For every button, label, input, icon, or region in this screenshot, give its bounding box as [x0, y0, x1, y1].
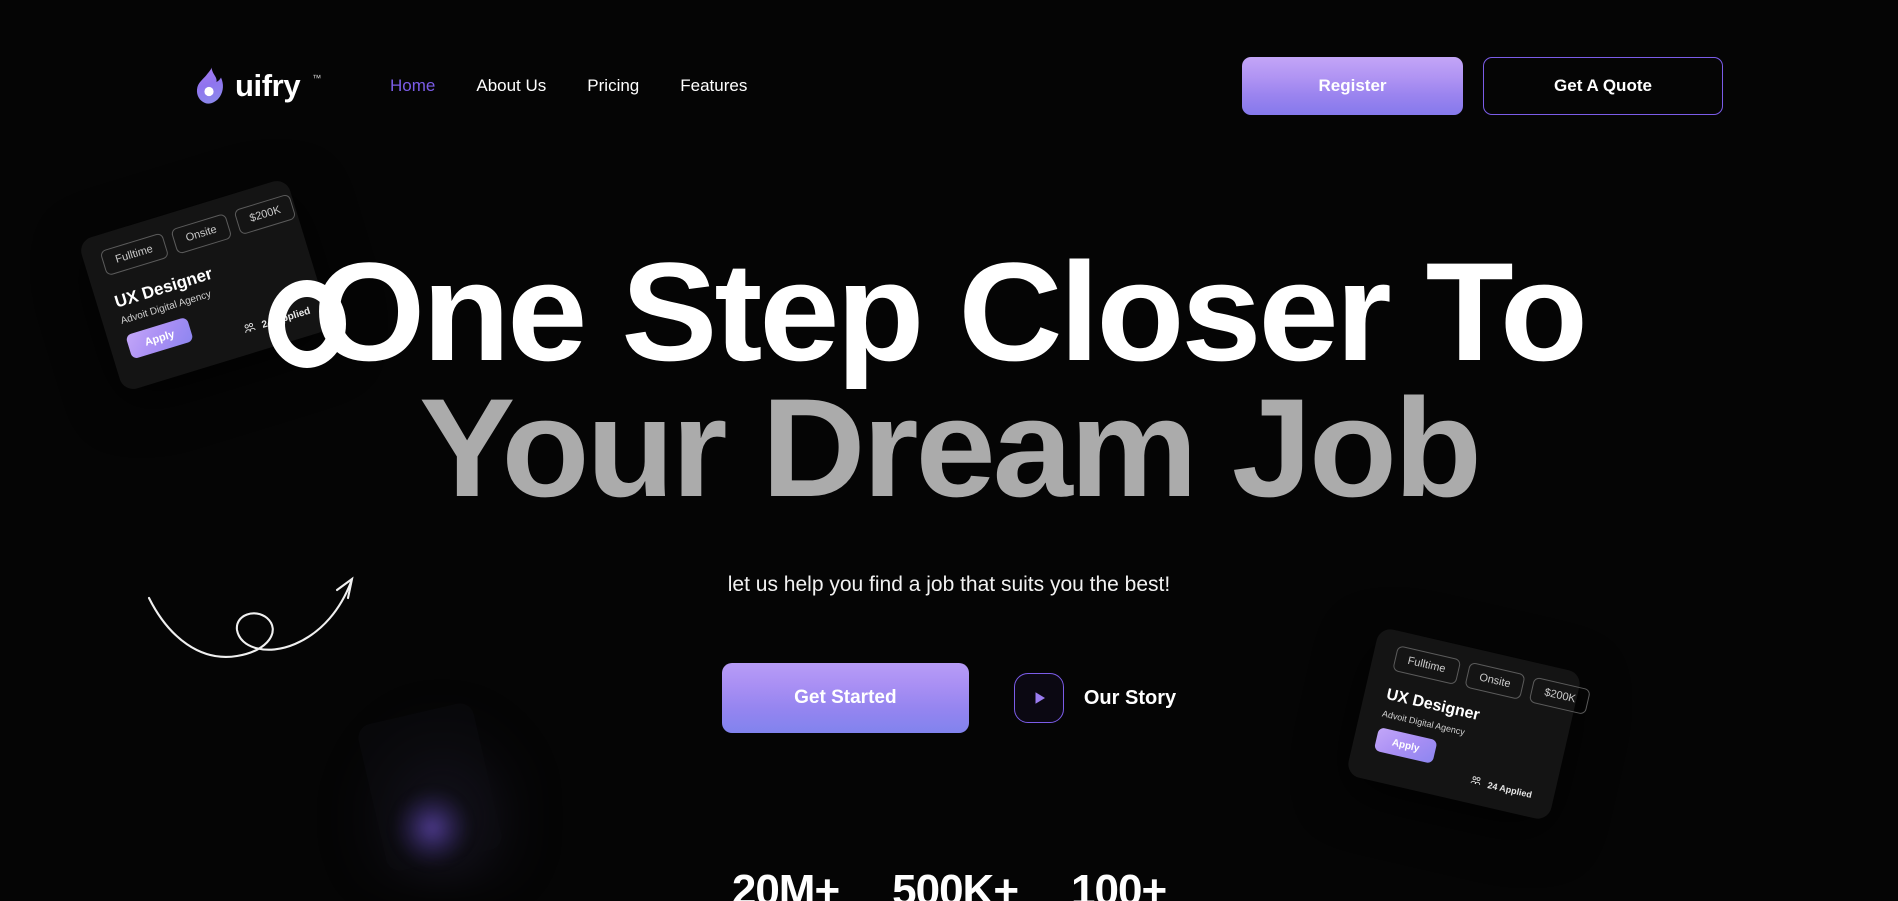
play-icon[interactable] [1013, 673, 1064, 723]
get-started-button[interactable]: Get Started [721, 663, 969, 733]
hero-heading-line-2: Your Dream Job [419, 368, 1482, 526]
our-story-button[interactable]: Our Story [1013, 673, 1177, 723]
stat-value: 500K+ [892, 866, 1019, 901]
stat-value: 20M+ [731, 866, 840, 901]
hero-heading-line-1: One Step Closer To [313, 233, 1588, 390]
stats-row: 20M+ 500K+ 100+ [0, 866, 1898, 901]
stat-value: 100+ [1071, 866, 1167, 901]
hero-cta-row: Get Started Our Story [0, 663, 1898, 733]
landing-page: Fulltime Onsite $200K UX Designer Advoit… [0, 0, 1898, 901]
hero-section: One Step Closer To Your Dream Job let us… [0, 0, 1898, 901]
hero-heading: One Step Closer To Your Dream Job [0, 233, 1898, 526]
our-story-label: Our Story [1083, 686, 1177, 709]
hero-subtitle: let us help you find a job that suits yo… [727, 573, 1171, 596]
